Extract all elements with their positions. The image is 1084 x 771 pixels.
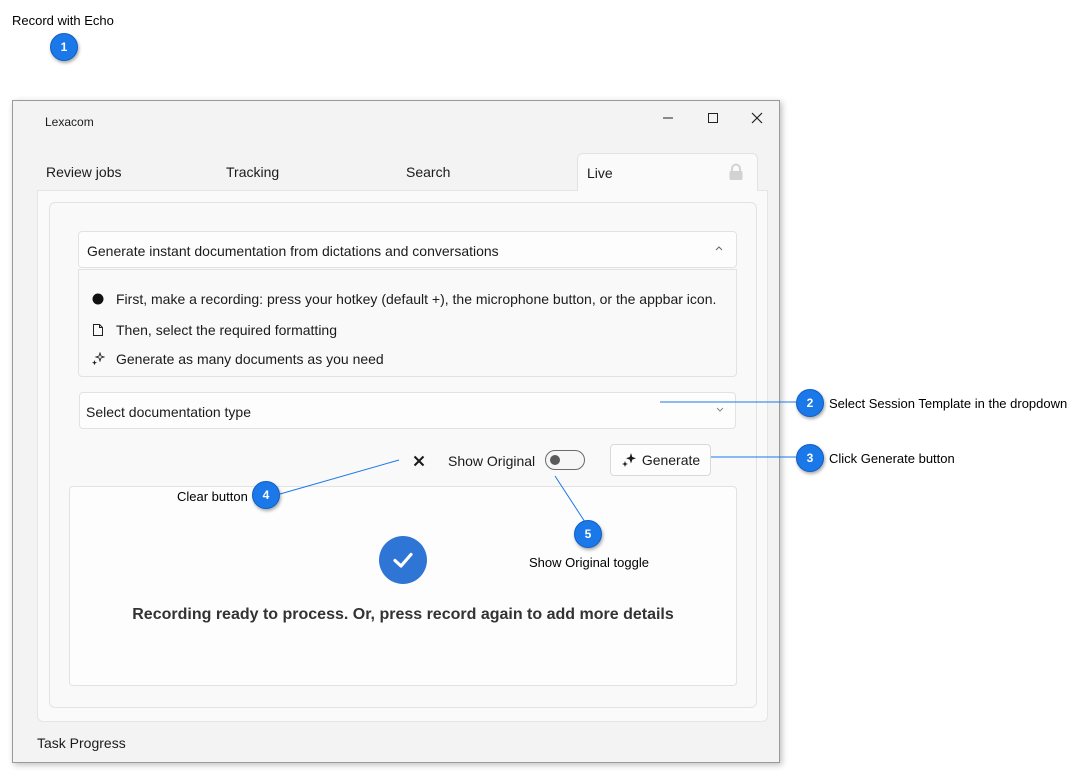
- result-message: Recording ready to process. Or, press re…: [132, 606, 674, 623]
- chevron-down-icon[interactable]: [715, 403, 725, 417]
- page-heading: Record with Echo: [12, 13, 114, 28]
- document-icon: [91, 323, 105, 337]
- expander-title: Generate instant documentation from dict…: [87, 243, 499, 259]
- instruction-text: Generate as many documents as you need: [116, 351, 384, 367]
- instruction-step: First, make a recording: press your hotk…: [91, 291, 716, 307]
- tab-tracking[interactable]: Tracking: [226, 164, 279, 180]
- app-window: Lexacom Review jobs Tracking Search Gene…: [12, 100, 780, 763]
- tab-review-jobs[interactable]: Review jobs: [46, 164, 121, 180]
- check-circle-icon: [379, 536, 427, 584]
- callout-text-3: Click Generate button: [829, 451, 955, 466]
- close-icon[interactable]: [742, 107, 772, 129]
- generate-button[interactable]: Generate: [610, 444, 711, 476]
- documentation-type-dropdown[interactable]: Select documentation type: [79, 392, 736, 429]
- task-progress-link[interactable]: Task Progress: [37, 735, 126, 751]
- instruction-step: Then, select the required formatting: [91, 322, 337, 338]
- dot-icon: [91, 293, 105, 305]
- callout-badge-5: 5: [574, 520, 602, 548]
- sparkle-icon: [91, 352, 105, 366]
- instruction-step: Generate as many documents as you need: [91, 351, 384, 367]
- instructions-expander-header[interactable]: Generate instant documentation from dict…: [78, 231, 737, 268]
- show-original-toggle[interactable]: [545, 450, 585, 470]
- generate-label: Generate: [641, 452, 701, 468]
- callout-badge-3: 3: [796, 444, 824, 472]
- maximize-icon[interactable]: [698, 107, 728, 129]
- dropdown-placeholder: Select documentation type: [86, 404, 251, 420]
- callout-badge-2: 2: [796, 389, 824, 417]
- tab-live-label: Live: [587, 165, 613, 181]
- minimize-icon[interactable]: [653, 107, 683, 129]
- close-icon: [413, 455, 425, 467]
- show-original-label: Show Original: [448, 453, 536, 469]
- sparkle-icon: [621, 452, 637, 468]
- callout-text-5: Show Original toggle: [529, 555, 649, 570]
- tab-search[interactable]: Search: [406, 164, 450, 180]
- instruction-text: Then, select the required formatting: [116, 322, 338, 338]
- callout-badge-1: 1: [50, 33, 78, 61]
- live-content-card: Generate instant documentation from dict…: [49, 202, 757, 708]
- callout-text-2: Select Session Template in the dropdown: [829, 396, 1068, 411]
- lock-icon: [728, 163, 744, 186]
- chevron-up-icon[interactable]: [714, 242, 724, 256]
- callout-badge-4: 4: [252, 481, 280, 509]
- callout-text-4: Clear button: [177, 489, 248, 504]
- toggle-knob: [550, 455, 560, 465]
- instructions-list: First, make a recording: press your hotk…: [78, 269, 737, 377]
- window-title: Lexacom: [45, 115, 94, 129]
- instruction-text: First, make a recording: press your hotk…: [116, 291, 717, 307]
- result-panel: Recording ready to process. Or, press re…: [69, 486, 737, 686]
- tab-live[interactable]: Live: [577, 153, 758, 191]
- clear-button[interactable]: [411, 453, 427, 469]
- live-tab-panel: Generate instant documentation from dict…: [37, 190, 768, 722]
